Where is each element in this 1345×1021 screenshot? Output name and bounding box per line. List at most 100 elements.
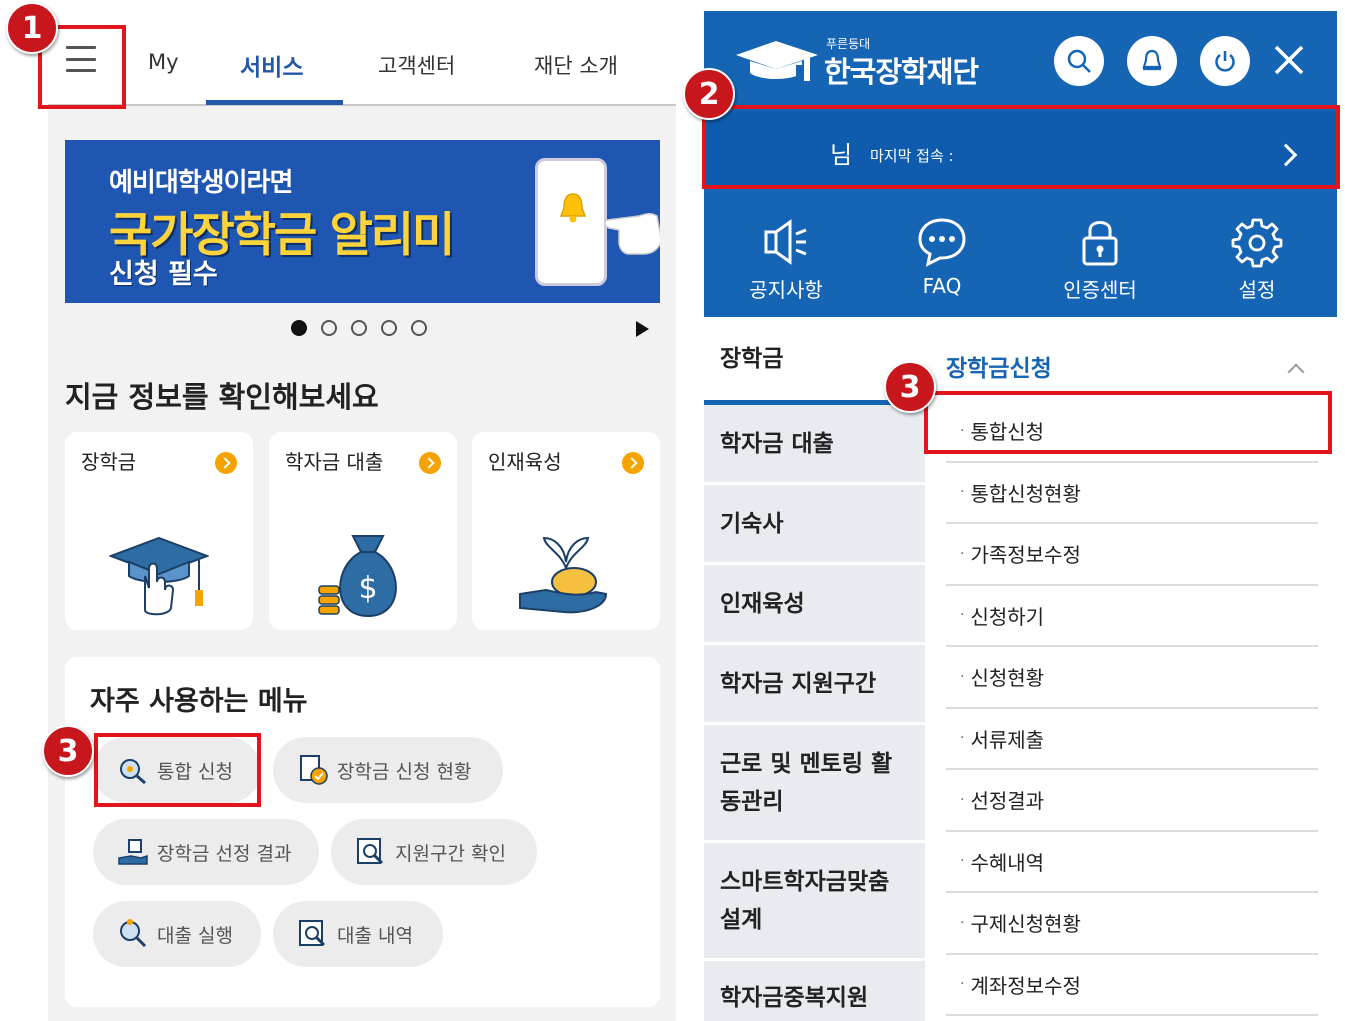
fav-label: 대출 실행: [157, 924, 233, 947]
pointing-hand-icon: [605, 212, 660, 255]
card-scholarship[interactable]: 장학금: [65, 432, 253, 630]
submenu-label: 신청현황: [970, 666, 1045, 691]
lock-icon: [1082, 221, 1118, 266]
foundation-logo-icon: [736, 41, 818, 81]
section-title: 지금 정보를 확인해보세요: [65, 380, 379, 414]
category-student-loan[interactable]: 학자금 대출: [704, 405, 925, 485]
card-label: 학자금 대출: [285, 450, 384, 474]
money-bag-icon: $: [318, 535, 397, 618]
megaphone-icon: [764, 219, 807, 265]
graduation-cap-icon: [109, 536, 209, 616]
mobile-home-screen: My 서비스 고객센터 재단 소개 예비대학생이라면 국가장학금 알리미 신청 …: [48, 0, 676, 1021]
fav-label: 지원구간 확인: [395, 842, 506, 865]
fav-support-tier-button[interactable]: 지원구간 확인: [331, 819, 537, 885]
favorite-menu-panel: 자주 사용하는 메뉴 통합 신청 장학금 신청 현황 장학금 선정 결과 지원구…: [65, 657, 660, 1007]
fav-label: 장학금 신청 현황: [337, 760, 472, 783]
play-icon[interactable]: [636, 321, 649, 337]
step-badge-1: 1: [6, 2, 58, 54]
category-work-mentoring[interactable]: 근로 및 멘토링 활동관리: [704, 725, 925, 843]
chat-bubble-icon: [918, 218, 966, 267]
quick-notice-button[interactable]: 공지사항: [726, 216, 846, 303]
top-navigation: My 서비스 고객센터 재단 소개: [48, 0, 676, 106]
power-icon: [1215, 51, 1235, 72]
submenu-list: · 통합신청 · 통합신청현황 · 가족정보수정 · 신청하기 · 신청현황 · 서류제출 …: [946, 401, 1318, 1016]
fav-label: 장학금 선정 결과: [157, 842, 292, 865]
fav-loan-execution-button[interactable]: 대출 실행: [93, 901, 261, 967]
tab-customer-center[interactable]: 고객센터: [378, 50, 455, 80]
submenu-item[interactable]: · 계좌정보수정: [946, 955, 1318, 1016]
step-badge-3: 3: [884, 361, 936, 413]
pagination-dot[interactable]: [291, 320, 307, 336]
banner-line-3: 신청 필수: [109, 259, 218, 290]
category-dormitory[interactable]: 기숙사: [704, 485, 925, 565]
banner-pagination: [291, 320, 427, 336]
step-badge-2: 2: [683, 68, 735, 120]
submenu-label: 가족정보수정: [970, 543, 1081, 568]
favorite-menu-title: 자주 사용하는 메뉴: [90, 686, 308, 717]
card-student-loan[interactable]: 학자금 대출 $: [269, 432, 457, 630]
screenshot-stage: My 서비스 고객센터 재단 소개 예비대학생이라면 국가장학금 알리미 신청 …: [0, 0, 1345, 1021]
submenu-item[interactable]: · 신청현황: [946, 647, 1318, 709]
document-check-icon: [300, 755, 328, 785]
pagination-dot[interactable]: [321, 320, 337, 336]
tab-foundation-intro[interactable]: 재단 소개: [534, 50, 618, 80]
search-icon: [1067, 49, 1091, 73]
tab-services[interactable]: 서비스: [240, 48, 303, 82]
quick-label: 공지사항: [749, 278, 823, 302]
fav-loan-history-button[interactable]: 대출 내역: [273, 901, 443, 967]
magnify-doc-icon: [299, 920, 326, 947]
highlight-box-fav-integrated: [94, 733, 261, 807]
promo-banner[interactable]: 예비대학생이라면 국가장학금 알리미 신청 필수: [65, 140, 660, 303]
fav-scholarship-result-button[interactable]: 장학금 선정 결과: [93, 819, 319, 885]
quick-auth-center-button[interactable]: 인증센터: [1040, 216, 1160, 303]
submenu-item[interactable]: · 가족정보수정: [946, 524, 1318, 586]
fav-scholarship-status-button[interactable]: 장학금 신청 현황: [273, 737, 503, 803]
svg-text:$: $: [358, 571, 377, 606]
submenu-item[interactable]: · 선정결과: [946, 770, 1318, 832]
submenu-label: 신청하기: [970, 604, 1045, 629]
fav-label: 대출 내역: [337, 924, 413, 947]
search-button[interactable]: [1054, 36, 1104, 86]
quick-settings-button[interactable]: 설정: [1197, 216, 1317, 303]
pagination-dot[interactable]: [381, 320, 397, 336]
close-icon[interactable]: [1272, 43, 1306, 77]
quick-label: 인증센터: [1063, 278, 1137, 302]
bell-icon: [559, 193, 587, 223]
submenu-label: 통합신청현황: [970, 481, 1081, 506]
pagination-dot[interactable]: [411, 320, 427, 336]
submenu-item[interactable]: · 서류제출: [946, 709, 1318, 770]
magnify-doc-icon: [357, 838, 384, 865]
submenu-label: 구제신청현황: [970, 912, 1081, 937]
quick-label: FAQ: [922, 274, 962, 298]
gear-icon: [1231, 218, 1283, 268]
submenu-item[interactable]: · 통합신청현황: [946, 463, 1318, 524]
brand-name: 한국장학재단: [824, 55, 979, 89]
chevron-right-icon: [215, 452, 237, 474]
submenu-item[interactable]: · 수혜내역: [946, 832, 1318, 893]
card-talent-development[interactable]: 인재육성: [472, 432, 660, 630]
category-talent-development[interactable]: 인재육성: [704, 565, 925, 645]
award-hand-icon: [118, 839, 148, 865]
banner-line-1: 예비대학생이라면: [109, 168, 293, 198]
submenu-item[interactable]: · 신청하기: [946, 586, 1318, 647]
logout-button[interactable]: [1200, 36, 1250, 86]
chevron-up-icon[interactable]: [1287, 363, 1305, 381]
pagination-dot[interactable]: [351, 320, 367, 336]
category-duplicate-support[interactable]: 학자금중복지원: [704, 961, 925, 1021]
highlight-box-user-bar: [702, 105, 1340, 189]
step-badge-3: 3: [42, 725, 94, 777]
notification-button[interactable]: [1127, 36, 1177, 86]
submenu-item[interactable]: · 구제신청현황: [946, 893, 1318, 955]
bell-icon: [1142, 49, 1162, 71]
submenu-label: 수혜내역: [970, 850, 1045, 875]
submenu-title[interactable]: 장학금신청: [946, 349, 1052, 383]
tab-my[interactable]: My: [148, 50, 179, 74]
quick-faq-button[interactable]: FAQ: [882, 216, 1002, 298]
category-smart-loan-design[interactable]: 스마트학자금맞춤설계: [704, 843, 925, 961]
submenu-label: 서류제출: [970, 727, 1045, 752]
submenu-label: 계좌정보수정: [970, 973, 1081, 998]
category-support-tier[interactable]: 학자금 지원구간: [704, 645, 925, 725]
submenu-label: 선정결과: [970, 789, 1045, 814]
chevron-right-icon: [419, 452, 441, 474]
chevron-right-icon: [622, 452, 644, 474]
